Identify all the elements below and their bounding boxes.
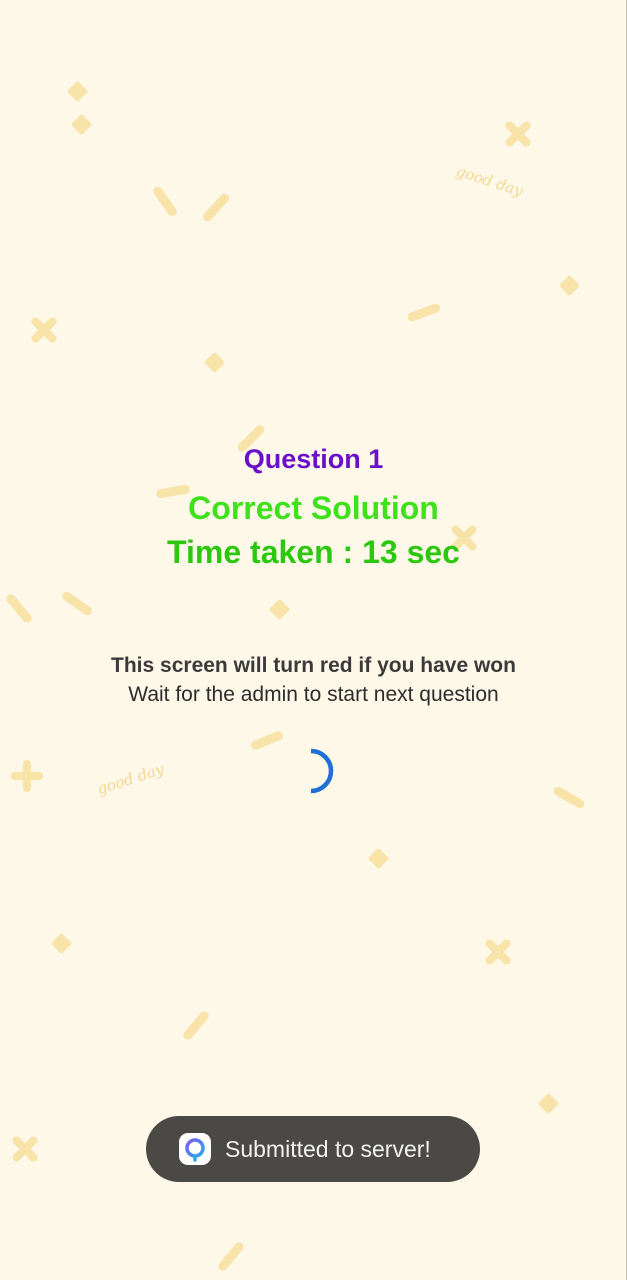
deco-dash (60, 590, 94, 617)
question-title: Question 1 (243, 444, 384, 474)
deco-diamond (537, 1092, 560, 1115)
deco-diamond (66, 80, 89, 103)
deco-cross (482, 936, 514, 968)
deco-cross (502, 118, 534, 150)
deco-dash (216, 1240, 246, 1273)
deco-dash (151, 184, 179, 219)
deco-cross (28, 314, 60, 346)
deco-dash (181, 1009, 211, 1042)
deco-dash (4, 592, 34, 625)
deco-dash (406, 302, 442, 323)
deco-doodle-text: good day (453, 161, 526, 201)
deco-dash (249, 729, 285, 752)
deco-diamond (558, 274, 581, 297)
result-label: Correct Solution (188, 490, 439, 526)
quiz-result-screen: good day good day Question 1 Correct Sol… (0, 0, 627, 1280)
deco-diamond (70, 113, 93, 136)
toast-message: Submitted to server! (225, 1135, 431, 1162)
deco-dash (201, 191, 231, 224)
deco-cross (9, 1133, 41, 1165)
deco-diamond (268, 598, 291, 621)
deco-doodle-text: good day (94, 759, 167, 799)
win-notice-text: This screen will turn red if you have wo… (111, 654, 516, 677)
wait-notice-text: Wait for the admin to start next questio… (128, 683, 499, 706)
loading-spinner-icon (310, 748, 334, 794)
toast-notification: Submitted to server! (146, 1116, 480, 1182)
deco-diamond (50, 932, 73, 955)
app-logo-icon (179, 1133, 211, 1165)
deco-plus (11, 760, 43, 792)
time-taken-label: Time taken : 13 sec (167, 534, 460, 570)
deco-diamond (203, 351, 226, 374)
deco-diamond (367, 847, 390, 870)
deco-dash (552, 785, 586, 810)
